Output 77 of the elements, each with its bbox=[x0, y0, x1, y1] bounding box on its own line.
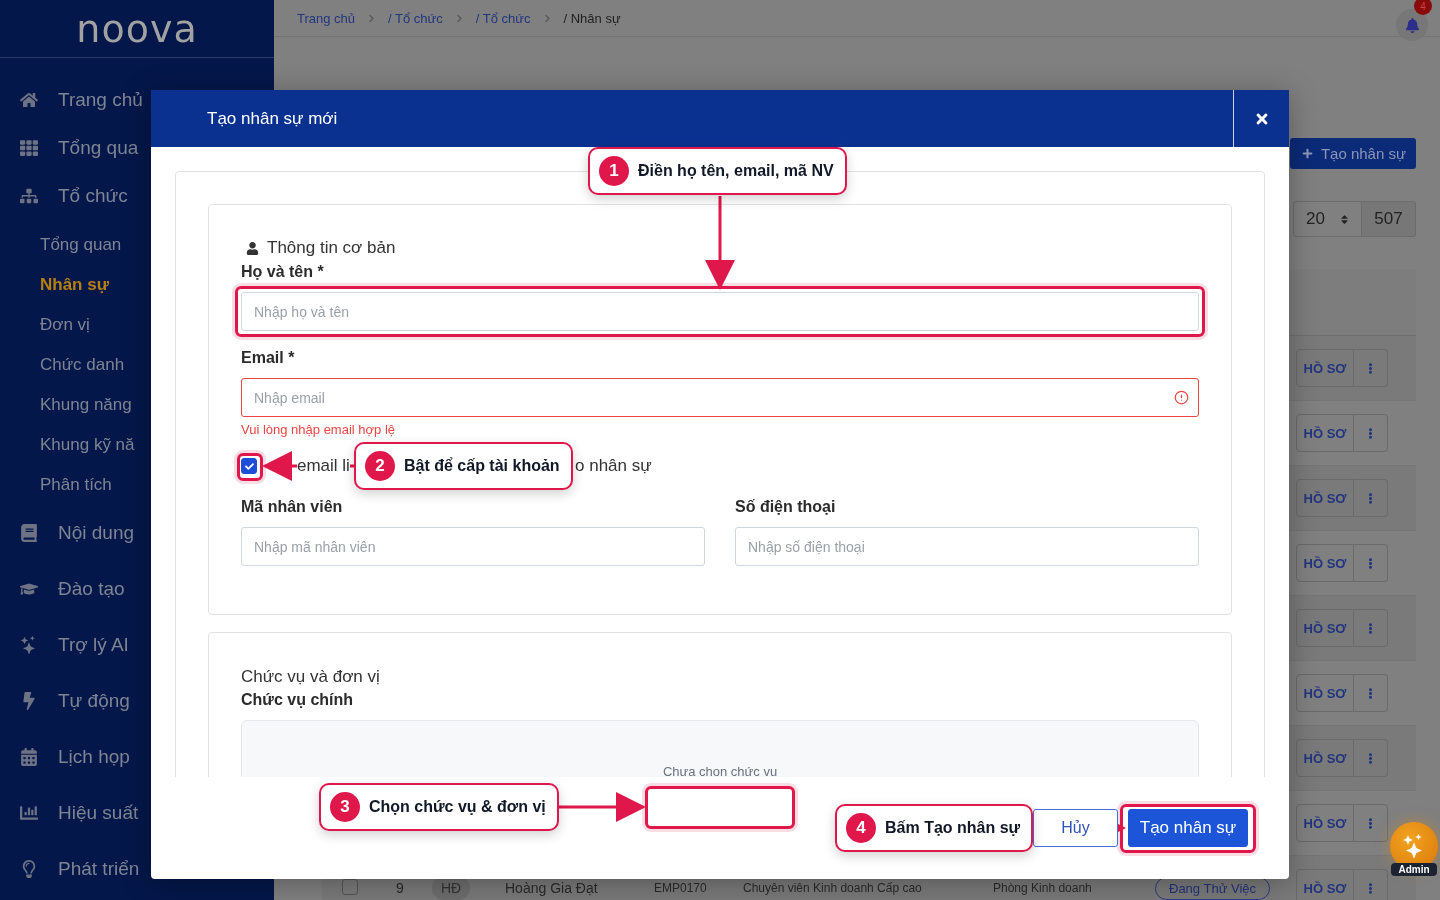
section-heading: Thông tin cơ bản bbox=[267, 237, 396, 259]
profile-button[interactable]: HỒ SƠ bbox=[1296, 609, 1354, 647]
nav-item[interactable]: Tổ chức bbox=[0, 172, 274, 220]
table-cell: Chuyên viên Kinh doanh Cấp cao bbox=[743, 881, 922, 895]
table-cell: 9 bbox=[396, 880, 404, 896]
step-number: 1 bbox=[599, 156, 629, 186]
user-icon bbox=[246, 241, 259, 255]
error-icon bbox=[1174, 390, 1189, 405]
step-number: 2 bbox=[365, 451, 395, 481]
table-cell: EMP0170 bbox=[654, 881, 707, 895]
more-button[interactable] bbox=[1354, 674, 1388, 712]
error-message: Vui lòng nhập email hợp lệ bbox=[241, 423, 397, 437]
employee-code-field[interactable]: Nhập mã nhân viên bbox=[241, 527, 705, 566]
sort-icon bbox=[1338, 213, 1350, 225]
phone-field[interactable]: Nhập số điện thoại bbox=[735, 527, 1199, 566]
more-button[interactable] bbox=[1354, 804, 1388, 842]
total-count: 507 bbox=[1362, 201, 1416, 237]
chevron-icon bbox=[542, 13, 552, 23]
profile-button[interactable]: HỒ SƠ bbox=[1296, 479, 1354, 517]
more-button[interactable] bbox=[1354, 739, 1388, 777]
cancel-button[interactable]: Hủy bbox=[1033, 809, 1118, 847]
bar-chart-icon bbox=[20, 804, 40, 822]
modal-title: Tạo nhân sự mới bbox=[206, 108, 339, 129]
more-button[interactable] bbox=[1354, 349, 1388, 387]
logo: noova bbox=[76, 9, 198, 48]
more-button[interactable] bbox=[1354, 479, 1388, 517]
profile-button[interactable]: HỒ SƠ bbox=[1296, 349, 1354, 387]
profile-button[interactable]: HỒ SƠ bbox=[1296, 739, 1354, 777]
home-icon bbox=[20, 91, 40, 109]
more-button[interactable] bbox=[1354, 544, 1388, 582]
account-checkbox[interactable] bbox=[241, 458, 257, 474]
section-heading: Chức vụ và đơn vị bbox=[241, 666, 380, 688]
profile-button[interactable]: HỒ SƠ bbox=[1296, 804, 1354, 842]
breadcrumb-link[interactable]: / Nhân sự bbox=[563, 10, 621, 26]
profile-button[interactable]: HỒ SƠ bbox=[1296, 674, 1354, 712]
check-icon bbox=[244, 461, 254, 471]
annotation-text: Bật để cấp tài khoản bbox=[404, 457, 560, 475]
step-number: 3 bbox=[330, 792, 360, 822]
breadcrumb-link[interactable]: Trang chủ bbox=[297, 10, 356, 26]
grid-icon bbox=[20, 139, 40, 157]
book-icon bbox=[20, 524, 40, 542]
more-button[interactable] bbox=[1354, 414, 1388, 452]
email-field[interactable]: Nhập email bbox=[241, 378, 1199, 417]
chevron-icon bbox=[367, 13, 377, 23]
profile-button[interactable]: HỒ SƠ bbox=[1296, 414, 1354, 452]
create-button[interactable]: Tạo nhân sự bbox=[1128, 809, 1248, 847]
field-label: Email * bbox=[241, 348, 296, 368]
name-field[interactable]: Nhập họ và tên bbox=[241, 292, 1199, 331]
table-cell: Hoàng Gia Đạt bbox=[505, 880, 598, 896]
more-button[interactable] bbox=[1354, 869, 1388, 900]
notification-badge: 4 bbox=[1414, 0, 1432, 15]
field-label: Chức vụ chính bbox=[241, 690, 355, 710]
create-button[interactable]: Tạo nhân sự bbox=[1289, 138, 1416, 169]
highlight-ring bbox=[237, 453, 263, 481]
breadcrumb-link[interactable]: / Tổ chức bbox=[475, 10, 531, 26]
plus-icon bbox=[1301, 148, 1313, 159]
chevron-icon bbox=[454, 13, 464, 23]
field-label: Họ và tên * bbox=[241, 262, 325, 282]
profile-button[interactable]: HỒ SƠ bbox=[1296, 869, 1354, 900]
nav-item[interactable]: Hiệu suất bbox=[0, 785, 274, 841]
annotation-text: Điền họ tên, email, mã NV bbox=[638, 162, 834, 180]
notification-button[interactable] bbox=[1396, 9, 1428, 41]
step-number: 4 bbox=[846, 813, 876, 843]
breadcrumb-link[interactable]: / Tổ chức bbox=[388, 10, 443, 26]
page-size-select[interactable]: 20 bbox=[1293, 201, 1362, 237]
nav-item[interactable]: Phát triển bbox=[0, 841, 274, 897]
more-button[interactable] bbox=[1354, 609, 1388, 647]
field-label: Mã nhân viên bbox=[241, 497, 344, 517]
annotation-text: Chọn chức vụ & đơn vị bbox=[369, 798, 546, 816]
table-cell: Phòng Kinh doanh bbox=[993, 881, 1092, 895]
field-label: Số điện thoại bbox=[735, 497, 837, 517]
hierarchy-icon bbox=[20, 187, 40, 205]
profile-button[interactable]: HỒ SƠ bbox=[1296, 544, 1354, 582]
calendar-icon bbox=[20, 748, 40, 766]
checkbox-label: o nhân sự bbox=[575, 456, 652, 476]
bell-icon bbox=[1404, 17, 1420, 33]
annotation-text: Bấm Tạo nhân sự bbox=[885, 819, 1021, 837]
